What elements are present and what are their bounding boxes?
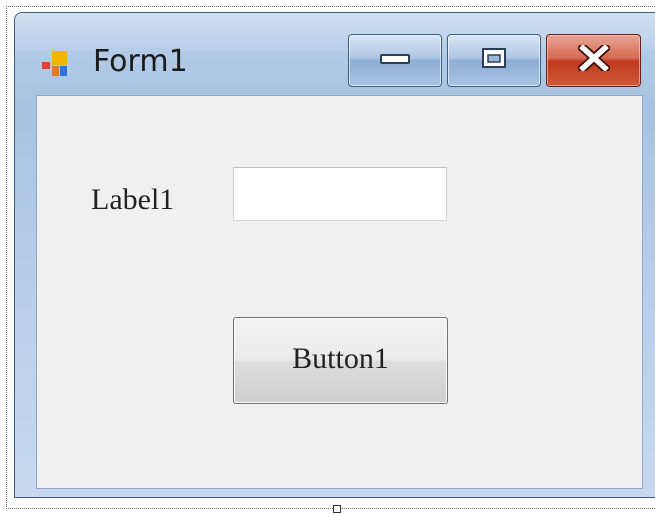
minimize-button[interactable] [348, 34, 442, 87]
button1[interactable]: Button1 [233, 317, 448, 404]
resize-handle[interactable] [333, 505, 341, 513]
close-button[interactable] [546, 34, 641, 87]
window-title: Form1 [93, 44, 188, 79]
label1: Label1 [91, 183, 175, 216]
form-window[interactable]: Form1 Label1 Button1 [14, 12, 655, 498]
maximize-button[interactable] [447, 34, 541, 87]
close-icon [576, 41, 611, 76]
title-bar[interactable]: Form1 [15, 13, 655, 93]
minimize-icon [380, 52, 410, 70]
designer-surface: Form1 Label1 Button1 [0, 0, 655, 514]
app-icon [42, 50, 72, 80]
textbox1[interactable] [233, 167, 447, 221]
maximize-icon [481, 47, 507, 74]
form-client-area: Label1 Button1 [36, 95, 643, 489]
